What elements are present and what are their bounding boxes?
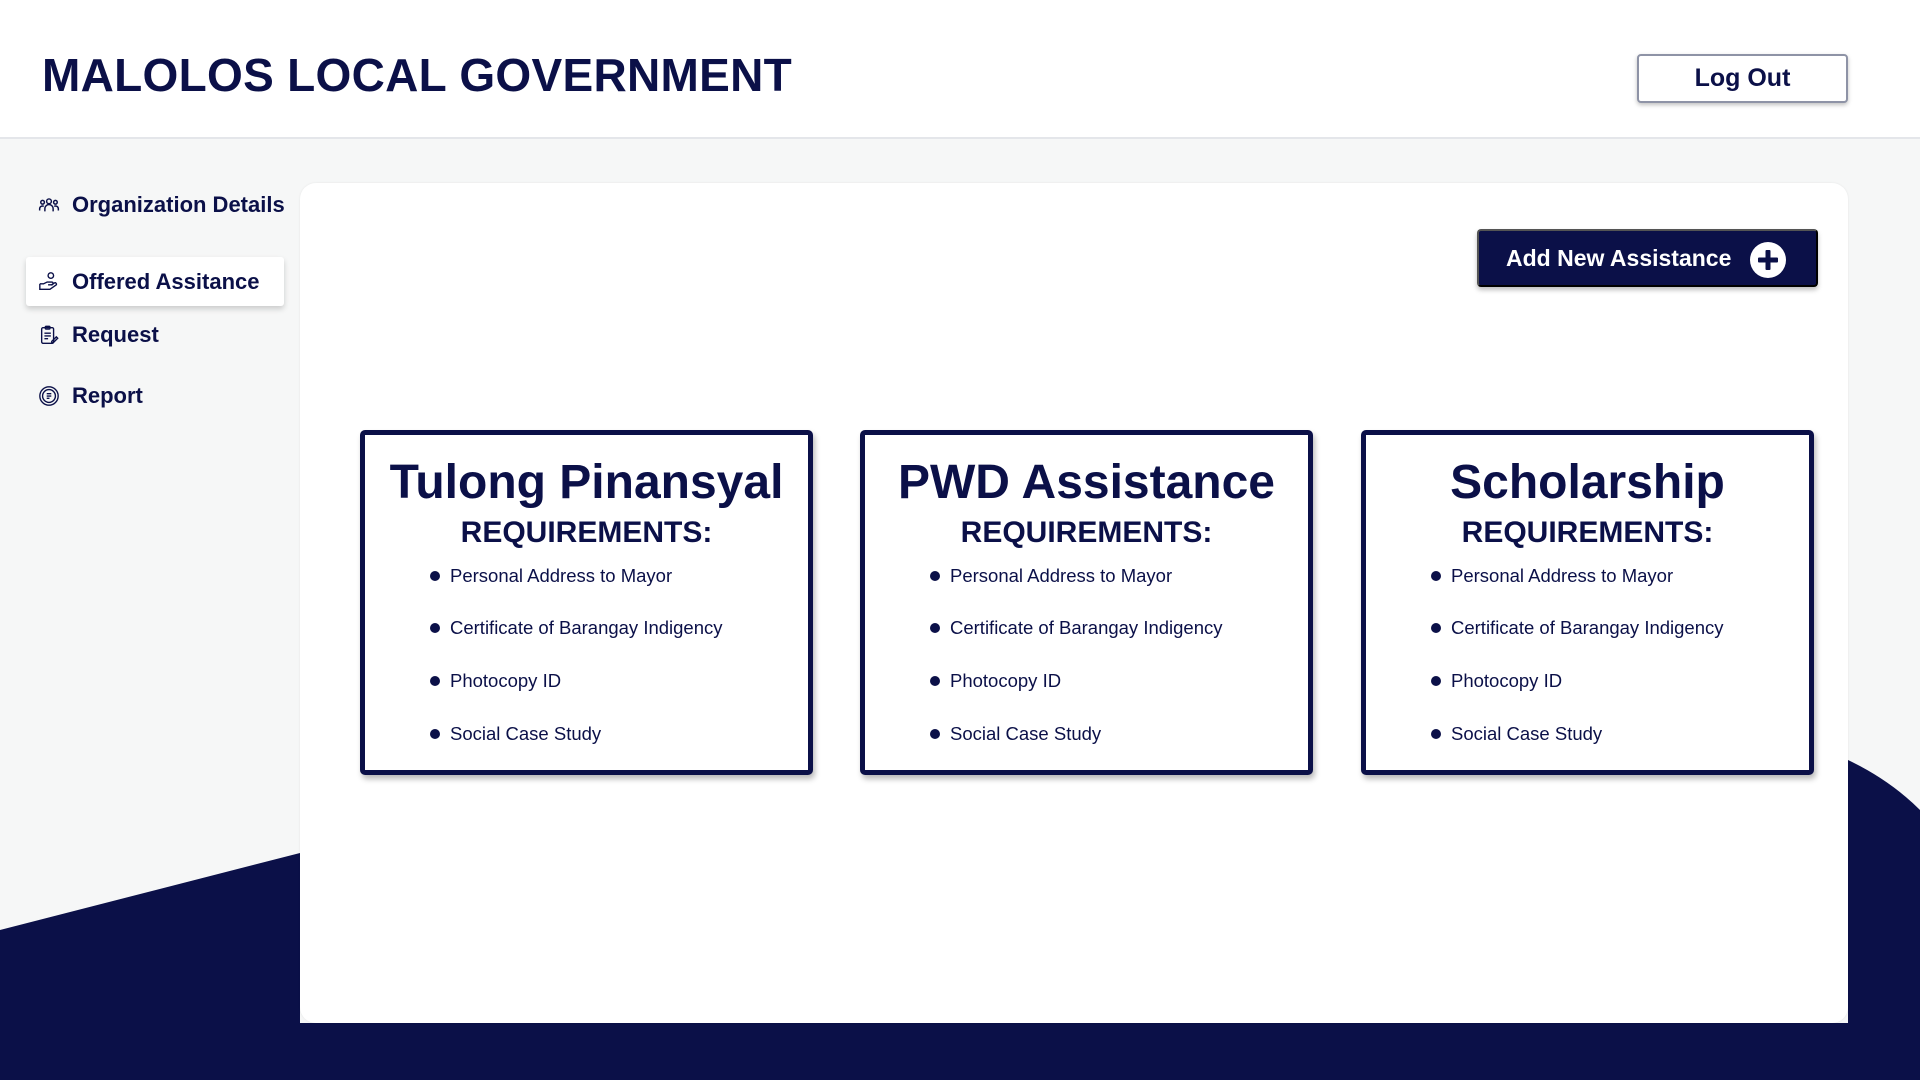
bullet-dot xyxy=(930,623,940,633)
assistance-title: Tulong Pinansyal xyxy=(389,456,784,509)
app-title: MALOLOS LOCAL GOVERNMENT xyxy=(42,49,793,101)
bullet-dot xyxy=(430,676,440,686)
bullet-dot xyxy=(1431,676,1441,686)
bullet-dot xyxy=(930,729,940,739)
main-content-panel: Add New Assistance Tulong Pinansyal REQU… xyxy=(300,183,1848,1023)
assistance-title: PWD Assistance xyxy=(897,456,1275,509)
people-group-icon xyxy=(38,194,60,216)
bullet-dot xyxy=(930,676,940,686)
sidebar-item-label: Request xyxy=(72,321,159,347)
requirement-item: Personal Address to Mayor xyxy=(930,565,1172,587)
sidebar-item-label: Report xyxy=(72,382,143,408)
hand-coins-icon xyxy=(38,271,60,293)
bullet-dot xyxy=(1431,729,1441,739)
requirement-item: Certificate of Barangay Indigency xyxy=(430,617,723,639)
sidebar-item-request[interactable]: Request xyxy=(26,310,284,359)
bullet-dot xyxy=(430,623,440,633)
requirement-item: Social Case Study xyxy=(430,723,601,745)
bullet-dot xyxy=(930,571,940,581)
clipboard-edit-icon xyxy=(38,324,60,346)
assistance-card-tulong-pinansyal[interactable]: Tulong Pinansyal REQUIREMENTS: Personal … xyxy=(360,430,813,775)
logout-button[interactable]: Log Out xyxy=(1637,54,1848,103)
assistance-title: Scholarship xyxy=(1450,456,1725,509)
sidebar-item-offered-assistance[interactable]: Offered Assitance xyxy=(26,257,284,306)
requirement-item: Personal Address to Mayor xyxy=(1431,565,1673,587)
sidebar-item-report[interactable]: Report xyxy=(26,371,284,420)
add-button-label: Add New Assistance xyxy=(1506,244,1732,271)
requirement-item: Photocopy ID xyxy=(930,670,1061,692)
requirement-item: Personal Address to Mayor xyxy=(430,565,672,587)
bullet-dot xyxy=(1431,571,1441,581)
assistance-card-pwd-assistance[interactable]: PWD Assistance REQUIREMENTS: Personal Ad… xyxy=(860,430,1313,775)
sidebar-item-label: Offered Assitance xyxy=(72,268,260,294)
bullet-dot xyxy=(430,729,440,739)
sidebar-item-organization-details[interactable]: Organization Details xyxy=(26,180,285,229)
requirements-heading: REQUIREMENTS: xyxy=(460,516,713,549)
requirement-item: Social Case Study xyxy=(930,723,1101,745)
add-new-assistance-button[interactable]: Add New Assistance xyxy=(1477,229,1818,287)
requirement-item: Photocopy ID xyxy=(1431,670,1562,692)
requirement-item: Social Case Study xyxy=(1431,723,1602,745)
requirements-heading: REQUIREMENTS: xyxy=(960,516,1213,549)
assistance-card-scholarship[interactable]: Scholarship REQUIREMENTS: Personal Addre… xyxy=(1361,430,1814,775)
requirement-item: Certificate of Barangay Indigency xyxy=(1431,617,1724,639)
sidebar-item-label: Organization Details xyxy=(72,191,285,217)
bullet-dot xyxy=(430,571,440,581)
requirements-heading: REQUIREMENTS: xyxy=(1461,516,1714,549)
bullet-dot xyxy=(1431,623,1441,633)
top-header: MALOLOS LOCAL GOVERNMENT Log Out xyxy=(0,0,1920,139)
plus-circle-icon xyxy=(1750,242,1786,278)
requirement-item: Photocopy ID xyxy=(430,670,561,692)
report-badge-icon xyxy=(38,385,60,407)
requirement-item: Certificate of Barangay Indigency xyxy=(930,617,1223,639)
